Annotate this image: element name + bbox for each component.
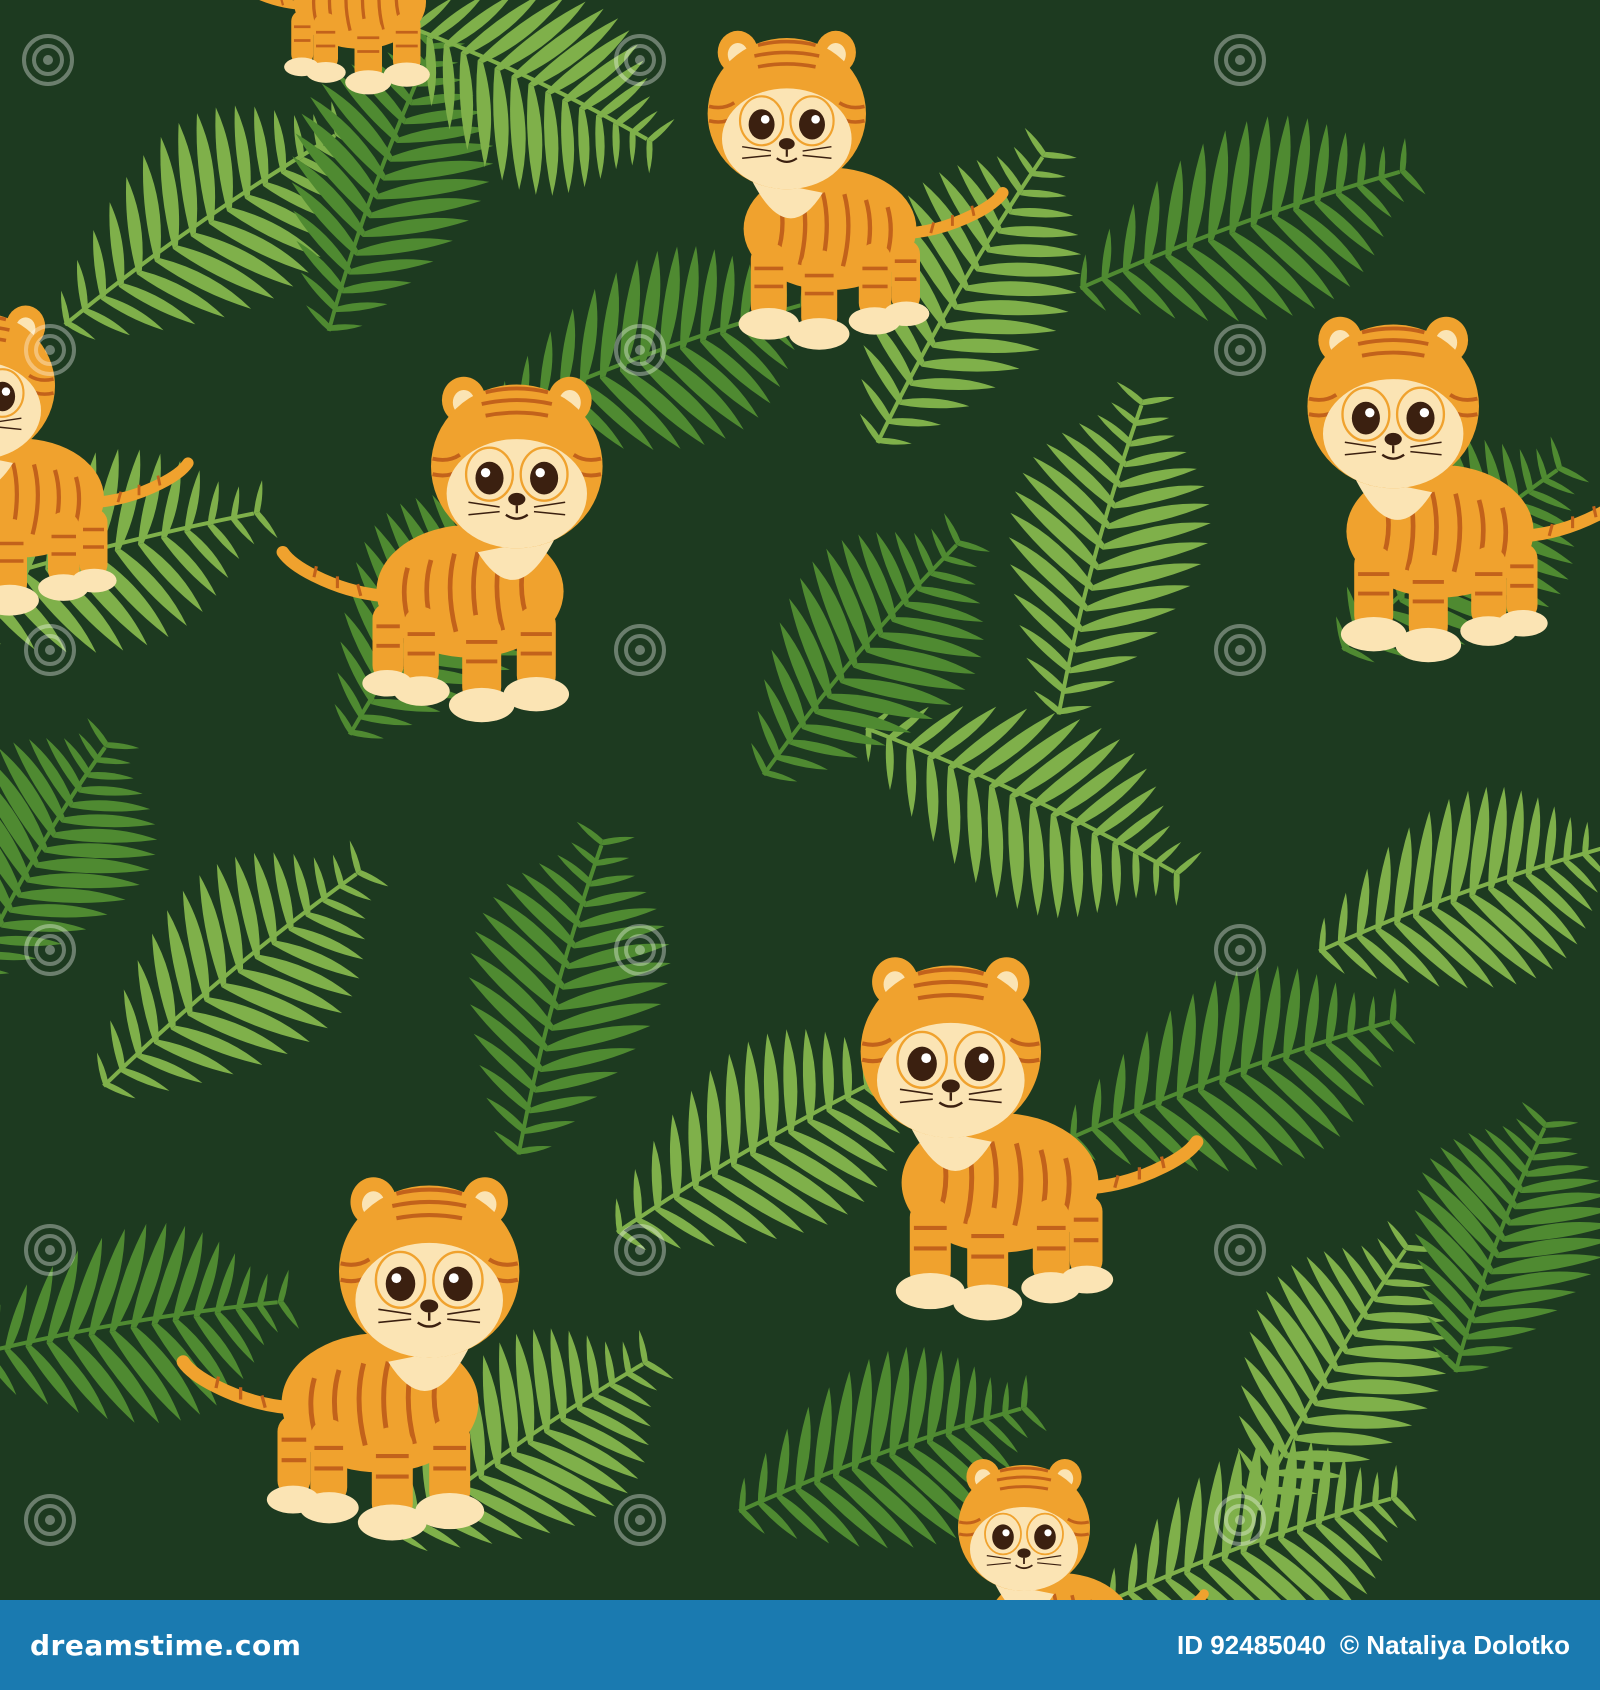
tiger-palm-pattern-artwork [0,0,1600,1600]
seamless-pattern: dreamstime.com ID 92485040 © Nataliya Do… [0,0,1600,1690]
site-name[interactable]: dreamstime.com [30,1629,301,1662]
bottom-bar: dreamstime.com ID 92485040 © Nataliya Do… [0,1600,1600,1690]
image-id: ID 92485040 [1177,1629,1326,1660]
image-credit: ID 92485040 © Nataliya Dolotko [1177,1630,1570,1661]
image-copyright: © Nataliya Dolotko [1339,1629,1570,1660]
